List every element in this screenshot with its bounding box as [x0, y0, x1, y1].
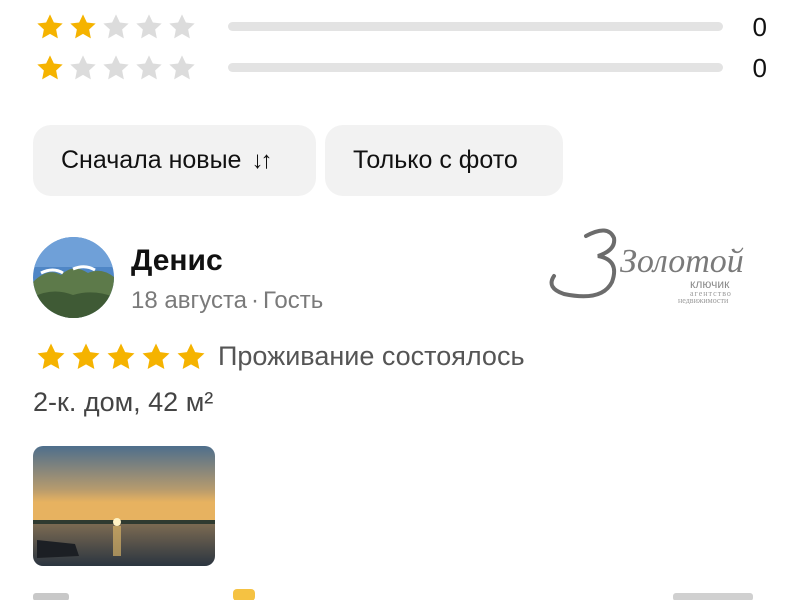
photo-filter-label: Только с фото	[353, 146, 518, 174]
star-filled-icon	[104, 340, 138, 374]
star-filled-icon	[67, 11, 99, 43]
rating-count: 0	[752, 53, 767, 83]
review-rating-stars	[34, 340, 208, 374]
star-empty-icon	[166, 52, 198, 84]
star-filled-icon	[34, 52, 66, 84]
rating-bar	[228, 22, 723, 31]
rating-stars	[34, 11, 198, 43]
agency-watermark-logo: Золотой ключик агентство недвижимости	[540, 222, 772, 305]
watermark-line3: недвижимости	[678, 296, 729, 304]
property-description: 2-к. дом, 42 м²	[33, 387, 214, 417]
review-date: 18 августа	[131, 287, 248, 314]
rating-count: 0	[752, 12, 767, 42]
sort-button-label: Сначала новые	[61, 146, 242, 174]
reviewer-role: Гость	[263, 287, 324, 314]
star-empty-icon	[133, 52, 165, 84]
star-filled-icon	[174, 340, 208, 374]
sort-arrows-icon: ↓↑	[251, 146, 272, 174]
rating-row-1-star: 0	[0, 47, 800, 87]
rating-bar	[228, 63, 723, 72]
rating-row-2-stars: 0	[0, 6, 800, 46]
avatar[interactable]	[33, 237, 114, 318]
review-meta: 18 августа · Гость	[131, 287, 323, 315]
sort-newest-button[interactable]: Сначала новые ↓↑	[33, 125, 316, 196]
star-filled-icon	[139, 340, 173, 374]
only-with-photo-button[interactable]: Только с фото	[325, 125, 563, 196]
star-empty-icon	[133, 11, 165, 43]
star-filled-icon	[34, 340, 68, 374]
star-filled-icon	[69, 340, 103, 374]
review-photo-thumbnail[interactable]	[33, 446, 215, 566]
review-author-name: Денис	[131, 244, 223, 277]
meta-separator: ·	[251, 287, 260, 314]
stay-status: Проживание состоялось	[218, 341, 525, 371]
star-filled-icon	[34, 11, 66, 43]
star-empty-icon	[100, 52, 132, 84]
watermark-brand: Золотой	[620, 243, 744, 280]
star-empty-icon	[166, 11, 198, 43]
star-empty-icon	[67, 52, 99, 84]
star-empty-icon	[100, 11, 132, 43]
rating-stars	[34, 52, 198, 84]
review-text-cut	[33, 588, 773, 600]
